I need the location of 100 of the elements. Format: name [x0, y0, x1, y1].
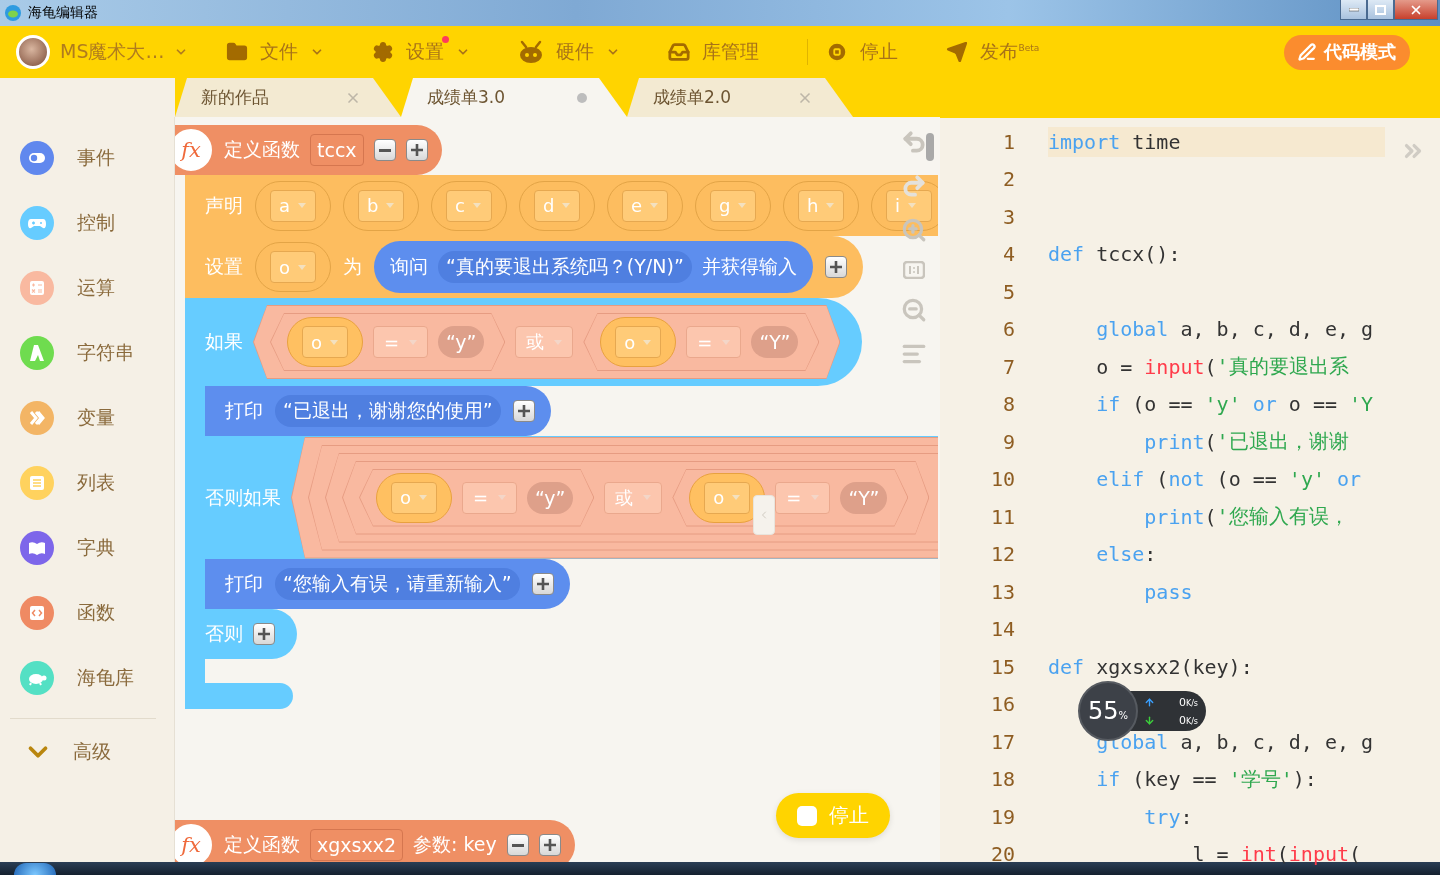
function-name-field[interactable]: tccx — [310, 134, 364, 166]
operator-dropdown[interactable]: 或 — [604, 481, 663, 514]
define-function-block[interactable]: fx 定义函数 tccx — [175, 125, 442, 175]
category-item[interactable]: 海龟库 — [0, 645, 174, 710]
add-button[interactable] — [538, 834, 561, 856]
variable-reporter[interactable]: o — [376, 472, 452, 523]
download-arrow-icon — [1144, 714, 1155, 726]
variable-reporter[interactable]: o — [287, 317, 363, 367]
operator-dropdown[interactable]: 或 — [515, 326, 574, 358]
line-number: 3 — [1001, 204, 1015, 229]
inbox-icon — [668, 41, 691, 63]
logic-block[interactable]: o = “y” 或 o = “Y” — [291, 436, 938, 559]
condition-header[interactable]: 如果 o = “y” 或 o = “Y” — [185, 298, 863, 386]
robot-icon — [518, 40, 545, 64]
remove-button[interactable] — [373, 139, 396, 161]
user-menu[interactable]: MS魔术大… — [16, 35, 189, 69]
menu-item[interactable]: 硬件 — [518, 33, 631, 71]
variable-dropdown[interactable]: e — [622, 189, 668, 222]
category-item[interactable]: 高级 — [0, 719, 174, 784]
category-item[interactable]: 事件 — [0, 125, 174, 190]
line-number: 18 — [989, 767, 1015, 792]
variable-dropdown[interactable]: b — [358, 189, 404, 222]
menu-item[interactable]: 设置 — [372, 33, 481, 71]
caret-icon — [562, 203, 571, 208]
scrollbar[interactable] — [926, 133, 934, 161]
code-mode-button[interactable]: 代码模式 — [1284, 34, 1410, 70]
variable-reporter[interactable]: o — [689, 472, 766, 523]
print-block[interactable]: 打印 “您输入有误，请重新输入” — [205, 559, 570, 609]
file-tab[interactable]: 成绩单3.0 — [401, 78, 627, 117]
logic-block[interactable]: o = “y” 或 o = “Y” — [325, 452, 938, 543]
add-button[interactable] — [253, 623, 275, 645]
line-number: 15 — [989, 654, 1015, 679]
line-number: 14 — [989, 617, 1015, 642]
declare-block[interactable]: 声明 a b c d e g h i — [185, 175, 938, 236]
function-name-field[interactable]: xgxsxx2 — [310, 829, 404, 861]
category-item[interactable]: 运算 — [0, 255, 174, 320]
ask-block[interactable]: 询问 “真的要退出系统吗？(Y/N)” 并获得输入 — [374, 241, 813, 293]
set-variable-block[interactable]: 设置 o 为 询问 “真的要退出系统吗？(Y/N)” 并获得输入 — [185, 236, 863, 298]
menu-item[interactable]: 库管理 — [668, 33, 770, 71]
variable-dropdown[interactable]: h — [798, 189, 844, 222]
define-function-block[interactable]: fx 定义函数 xgxsxx2 参数: key — [175, 820, 575, 862]
variable-dropdown[interactable]: o — [302, 326, 348, 358]
logic-block[interactable]: o = “y” 或 o = “Y” — [253, 305, 841, 379]
condition-header[interactable]: 否则如果 o = “y” 或 o = “Y” — [185, 436, 938, 559]
start-button[interactable] — [14, 863, 56, 875]
code-line: l = int(input( — [1191, 841, 1363, 869]
string-value: “Y” — [840, 481, 888, 514]
code-line: global a, b, c, d, e, g — [1095, 316, 1375, 344]
condition-header[interactable]: 否则 — [185, 609, 297, 659]
variable-dropdown[interactable]: o — [615, 326, 662, 358]
category-item[interactable]: 控制 — [0, 190, 174, 255]
variable-dropdown[interactable]: d — [534, 189, 580, 222]
category-item[interactable]: 函数 — [0, 580, 174, 645]
menu-item[interactable]: 发布$^{Beta}$ — [946, 33, 1050, 71]
operator-dropdown[interactable]: = — [373, 326, 429, 358]
operator-dropdown[interactable]: = — [775, 481, 831, 514]
caret-icon — [419, 495, 427, 500]
file-tab[interactable]: 成绩单2.0 — [627, 78, 853, 117]
logic-block[interactable]: o = “y” 或 o = “Y” — [308, 444, 938, 551]
stop-button[interactable]: 停止 — [776, 793, 890, 838]
caret-icon — [826, 203, 835, 208]
minimize-button[interactable] — [1340, 0, 1367, 20]
category-item[interactable]: 变量 — [0, 385, 174, 450]
variable-dropdown[interactable]: o — [704, 481, 751, 514]
category-item[interactable]: 列表 — [0, 450, 174, 515]
add-button[interactable] — [405, 139, 428, 161]
variable-dropdown[interactable]: o — [391, 481, 437, 514]
variable-dropdown[interactable]: o — [270, 251, 316, 283]
variable-dropdown[interactable]: g — [710, 189, 756, 222]
operator-dropdown[interactable]: = — [462, 481, 518, 514]
compare-block[interactable]: o = “Y” — [672, 468, 909, 527]
variable-reporter[interactable]: o — [600, 317, 677, 367]
operator-dropdown[interactable]: = — [686, 326, 742, 358]
caret-icon — [554, 339, 563, 345]
line-number: 1 — [1001, 129, 1015, 154]
block-label: 并获得输入 — [701, 254, 797, 279]
remove-button[interactable] — [506, 834, 529, 856]
variable-dropdown[interactable]: i — [886, 189, 932, 222]
variable-dropdown[interactable]: c — [446, 189, 492, 222]
menu-item[interactable]: 文件 — [226, 33, 335, 71]
maximize-button[interactable] — [1367, 0, 1394, 20]
logic-block[interactable]: o = “y” 或 o = “Y” — [342, 460, 930, 535]
category-item[interactable]: 字符串 — [0, 320, 174, 385]
menu-item[interactable]: 停止 — [826, 33, 909, 71]
compare-block[interactable]: o = “Y” — [583, 313, 820, 371]
variable-dropdown[interactable]: a — [270, 189, 316, 222]
file-tab[interactable]: 新的作品 — [175, 78, 401, 117]
caret-icon — [650, 203, 659, 208]
compare-block[interactable]: o = “y” — [359, 468, 595, 527]
close-button[interactable] — [1394, 0, 1438, 20]
line-number: 9 — [1001, 429, 1015, 454]
print-block[interactable]: 打印 “已退出，谢谢您的使用” — [205, 386, 551, 436]
undo-icon[interactable] — [901, 129, 927, 155]
category-item[interactable]: 字典 — [0, 515, 174, 580]
collapse-handle[interactable] — [753, 495, 775, 535]
add-button[interactable] — [531, 573, 554, 595]
compare-block[interactable]: o = “y” — [270, 313, 506, 371]
line-number: 13 — [989, 579, 1015, 604]
add-button[interactable] — [824, 256, 847, 278]
add-button[interactable] — [512, 400, 535, 422]
